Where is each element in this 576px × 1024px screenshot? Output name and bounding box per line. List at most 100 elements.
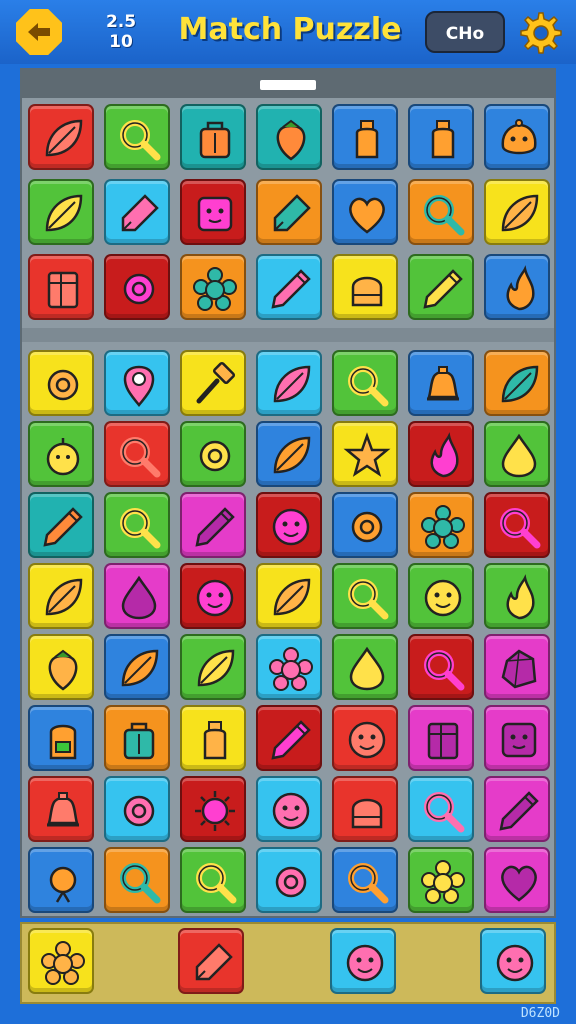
tile[interactable] (484, 563, 550, 629)
tile[interactable] (28, 563, 94, 629)
tile[interactable] (408, 179, 474, 245)
tile[interactable] (408, 776, 474, 842)
drag-handle[interactable] (260, 80, 316, 90)
tile[interactable] (104, 104, 170, 170)
tile[interactable] (484, 104, 550, 170)
tile[interactable] (408, 847, 474, 913)
tile[interactable] (180, 254, 246, 320)
tile[interactable] (332, 705, 398, 771)
tile[interactable] (408, 634, 474, 700)
tile[interactable] (484, 847, 550, 913)
tile[interactable] (484, 705, 550, 771)
collection-tray (20, 922, 556, 1004)
tile[interactable] (484, 421, 550, 487)
tile[interactable] (104, 705, 170, 771)
tile[interactable] (256, 705, 322, 771)
tray-tile[interactable] (480, 928, 546, 994)
tile[interactable] (332, 350, 398, 416)
gear-icon[interactable] (516, 10, 562, 56)
tile[interactable] (28, 847, 94, 913)
tile[interactable] (28, 492, 94, 558)
tile[interactable] (104, 847, 170, 913)
magnifier-icon (424, 195, 465, 236)
tile[interactable] (408, 104, 474, 170)
tile[interactable] (332, 563, 398, 629)
tile[interactable] (180, 350, 246, 416)
tile[interactable] (256, 104, 322, 170)
tile[interactable] (180, 492, 246, 558)
tile[interactable] (28, 179, 94, 245)
tile[interactable] (332, 179, 398, 245)
tile[interactable] (256, 492, 322, 558)
tile[interactable] (180, 563, 246, 629)
tile[interactable] (104, 179, 170, 245)
tile[interactable] (180, 776, 246, 842)
tile[interactable] (256, 179, 322, 245)
tile[interactable] (256, 776, 322, 842)
tile[interactable] (256, 563, 322, 629)
tray-tile[interactable] (178, 928, 244, 994)
tile[interactable] (256, 847, 322, 913)
tile[interactable] (180, 179, 246, 245)
tile[interactable] (484, 492, 550, 558)
target-value: 10 (109, 32, 133, 52)
tile[interactable] (28, 705, 94, 771)
tile[interactable] (408, 350, 474, 416)
tile[interactable] (256, 254, 322, 320)
flower-icon (421, 860, 465, 904)
tile[interactable] (484, 179, 550, 245)
mode-button[interactable]: CHo (425, 11, 505, 53)
tile[interactable] (256, 634, 322, 700)
tile[interactable] (408, 421, 474, 487)
tile[interactable] (256, 350, 322, 416)
magnifier-icon (120, 437, 161, 478)
tile[interactable] (332, 104, 398, 170)
tile[interactable] (408, 254, 474, 320)
tile[interactable] (28, 776, 94, 842)
tile[interactable] (180, 634, 246, 700)
tile[interactable] (28, 421, 94, 487)
tile[interactable] (180, 104, 246, 170)
tray-tile[interactable] (330, 928, 396, 994)
back-button[interactable] (16, 9, 62, 55)
tile[interactable] (332, 254, 398, 320)
tile[interactable] (28, 104, 94, 170)
tile[interactable] (408, 492, 474, 558)
tile[interactable] (104, 492, 170, 558)
tile[interactable] (104, 350, 170, 416)
tile[interactable] (104, 563, 170, 629)
jelly-icon (351, 276, 383, 307)
tile[interactable] (484, 776, 550, 842)
ring-icon (275, 866, 307, 898)
tile[interactable] (28, 350, 94, 416)
tile[interactable] (484, 634, 550, 700)
tile[interactable] (256, 421, 322, 487)
tile[interactable] (104, 776, 170, 842)
tile[interactable] (332, 776, 398, 842)
pencil-icon (195, 507, 235, 547)
tile[interactable] (104, 634, 170, 700)
tile[interactable] (180, 847, 246, 913)
tile[interactable] (28, 634, 94, 700)
tile[interactable] (28, 254, 94, 320)
tile[interactable] (104, 254, 170, 320)
footer-code: D6Z0D (520, 1006, 560, 1021)
tile[interactable] (408, 705, 474, 771)
brush-icon (195, 943, 233, 981)
ring-icon (351, 511, 383, 543)
face-icon (272, 792, 310, 830)
tile[interactable] (332, 847, 398, 913)
magnifier-icon (120, 508, 161, 549)
tile[interactable] (408, 563, 474, 629)
tile[interactable] (332, 634, 398, 700)
tile[interactable] (180, 705, 246, 771)
tray-tile[interactable] (28, 928, 94, 994)
tile[interactable] (332, 492, 398, 558)
brush-icon (273, 194, 311, 232)
tile[interactable] (104, 421, 170, 487)
pin-icon (123, 365, 155, 407)
tile[interactable] (484, 350, 550, 416)
tile[interactable] (484, 254, 550, 320)
tile[interactable] (180, 421, 246, 487)
tile[interactable] (332, 421, 398, 487)
